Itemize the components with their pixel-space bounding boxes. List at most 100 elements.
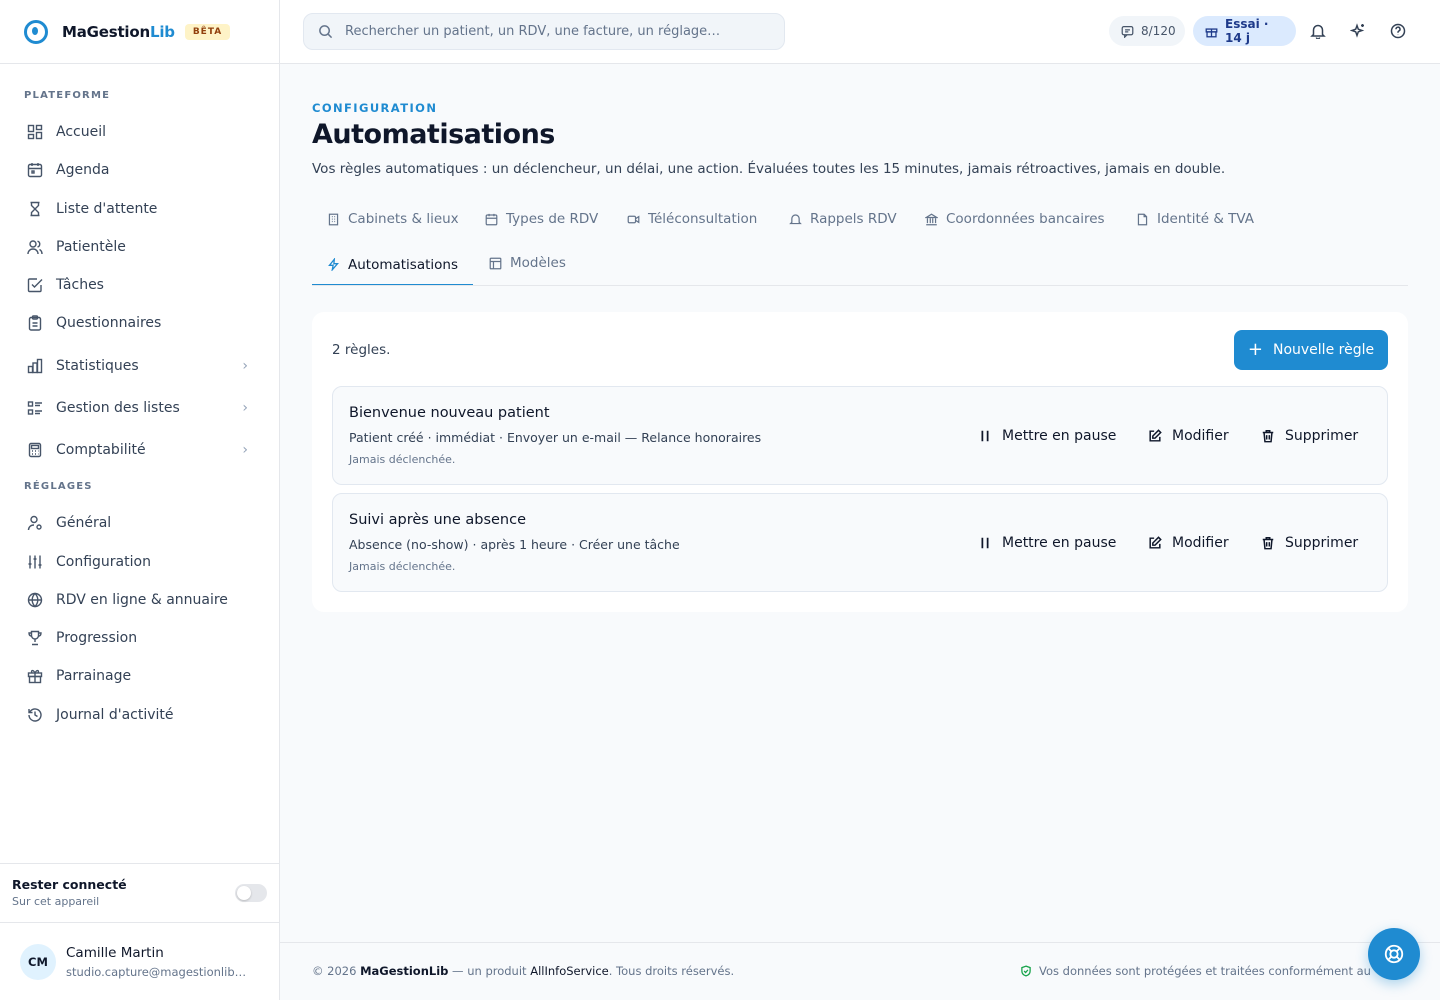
tab-identity-vat[interactable]: Identité & TVA <box>1121 201 1269 237</box>
settings-section-label: RÉGLAGES <box>24 481 93 492</box>
rule-title: Suivi après une absence <box>349 512 527 528</box>
help-icon[interactable] <box>1389 22 1407 40</box>
rule-card: Bienvenue nouveau patient Patient créé ·… <box>332 386 1388 485</box>
checkbox-icon <box>26 277 43 294</box>
rule-title: Bienvenue nouveau patient <box>349 405 550 421</box>
search-box[interactable] <box>303 13 785 50</box>
sidebar-item-general[interactable]: Général <box>16 505 264 541</box>
pause-button[interactable]: Mettre en pause <box>978 425 1116 447</box>
user-profile[interactable]: CM Camille Martin studio.capture@magesti… <box>0 923 279 1000</box>
support-button[interactable] <box>1368 928 1420 980</box>
list-icon <box>26 400 43 417</box>
trial-badge[interactable]: Essai · 14 j <box>1193 16 1296 46</box>
footer-rights: . Tous droits réservés. <box>608 964 735 978</box>
user-info: Camille Martin studio.capture@magestionl… <box>66 945 246 979</box>
tab-reminders[interactable]: Rappels RDV <box>774 201 912 237</box>
tab-label: Automatisations <box>348 256 459 273</box>
new-rule-button[interactable]: + Nouvelle règle <box>1234 330 1388 370</box>
bar-chart-icon <box>26 358 43 375</box>
tab-label: Modèles <box>510 255 566 271</box>
history-icon <box>26 707 43 724</box>
tab-templates[interactable]: Modèles <box>474 245 581 281</box>
rule-card: Suivi après une absence Absence (no-show… <box>332 493 1388 592</box>
tab-cabinets[interactable]: Cabinets & lieux <box>312 201 474 237</box>
bell-icon <box>789 213 802 226</box>
delete-button[interactable]: Supprimer <box>1261 532 1358 554</box>
stay-connected-toggle[interactable] <box>235 884 267 902</box>
page-title: Automatisations <box>312 119 555 150</box>
sidebar-item-waitlist[interactable]: Liste d'attente <box>16 191 264 227</box>
sidebar-item-activity-log[interactable]: Journal d'activité <box>16 697 264 733</box>
quota-badge[interactable]: 8/120 <box>1109 16 1185 46</box>
sidebar-item-label: Liste d'attente <box>56 201 158 217</box>
delete-button[interactable]: Supprimer <box>1261 425 1358 447</box>
beta-badge: BÊTA <box>184 23 231 40</box>
edit-button[interactable]: Modifier <box>1148 532 1229 554</box>
user-settings-icon <box>26 515 43 532</box>
footer-brand: MaGestionLib <box>360 964 449 978</box>
edit-icon <box>1148 429 1162 443</box>
sidebar-item-accueil[interactable]: Accueil <box>16 114 264 150</box>
sidebar-item-label: Comptabilité <box>56 442 146 458</box>
chevron-right-icon: › <box>242 358 248 374</box>
sidebar: MaGestionLib BÊTA PLATEFORME Accueil Age… <box>0 0 280 1000</box>
sidebar-item-lists[interactable]: Gestion des listes › <box>16 390 264 426</box>
delete-label: Supprimer <box>1285 428 1359 444</box>
hourglass-icon <box>26 201 43 218</box>
bell-icon[interactable] <box>1309 22 1327 40</box>
sidebar-item-statistics[interactable]: Statistiques › <box>16 348 264 384</box>
sidebar-item-progression[interactable]: Progression <box>16 620 264 656</box>
footer-copyright: © 2026 MaGestionLib — un produit AllInfo… <box>312 964 734 978</box>
chevron-right-icon: › <box>242 442 248 458</box>
tab-teleconsultation[interactable]: Téléconsultation <box>612 201 772 237</box>
sidebar-item-referral[interactable]: Parrainage <box>16 658 264 694</box>
pause-button[interactable]: Mettre en pause <box>978 532 1116 554</box>
footer: © 2026 MaGestionLib — un produit AllInfo… <box>280 942 1440 1000</box>
brand[interactable]: MaGestionLib BÊTA <box>0 0 279 64</box>
tab-appointment-types[interactable]: Types de RDV <box>470 201 613 237</box>
stay-connected: Rester connecté Sur cet appareil <box>0 863 279 923</box>
sidebar-item-questionnaires[interactable]: Questionnaires <box>16 305 264 341</box>
footer-company-link[interactable]: AllInfoService <box>530 964 609 978</box>
sidebar-item-label: Accueil <box>56 124 106 140</box>
user-email: studio.capture@magestionlib… <box>66 964 247 979</box>
sidebar-item-label: Journal d'activité <box>56 707 174 723</box>
tab-bank-details[interactable]: Coordonnées bancaires <box>910 201 1120 237</box>
sidebar-item-agenda[interactable]: Agenda <box>16 152 264 188</box>
sidebar-item-label: Statistiques <box>56 358 139 374</box>
search-input[interactable] <box>345 24 765 39</box>
platform-section-label: PLATEFORME <box>24 90 111 101</box>
trophy-icon <box>26 630 43 647</box>
tab-label: Types de RDV <box>506 211 599 227</box>
trash-icon <box>1261 536 1275 550</box>
avatar: CM <box>20 943 56 980</box>
tab-label: Coordonnées bancaires <box>946 211 1105 227</box>
chevron-right-icon: › <box>242 400 248 416</box>
message-icon <box>1121 25 1134 38</box>
sidebar-item-accounting[interactable]: Comptabilité › <box>16 432 264 468</box>
sidebar-item-label: Parrainage <box>56 668 132 684</box>
footer-privacy-text: Vos données sont protégées et traitées c… <box>1039 964 1371 978</box>
tabs-divider <box>312 285 1408 286</box>
calculator-icon <box>26 442 43 459</box>
edit-button[interactable]: Modifier <box>1148 425 1229 447</box>
brand-name-main: MaGestion <box>62 22 150 41</box>
sidebar-item-label: Agenda <box>56 162 110 178</box>
sidebar-item-online-booking[interactable]: RDV en ligne & annuaire <box>16 582 264 618</box>
sidebar-item-tasks[interactable]: Tâches <box>16 267 264 303</box>
sidebar-item-configuration[interactable]: Configuration <box>16 544 264 580</box>
sparkles-icon[interactable] <box>1349 22 1367 40</box>
clipboard-icon <box>26 315 43 332</box>
video-icon <box>627 213 640 226</box>
document-icon <box>1136 213 1149 226</box>
tab-automations[interactable]: Automatisations <box>312 245 474 286</box>
lightning-icon <box>327 258 340 271</box>
topbar: 8/120 Essai · 14 j <box>280 0 1440 64</box>
sidebar-item-patients[interactable]: Patientèle <box>16 229 264 265</box>
quota-text: 8/120 <box>1141 24 1176 38</box>
template-icon <box>489 257 502 270</box>
footer-separator: — un produit <box>448 964 531 978</box>
tab-label: Téléconsultation <box>648 211 758 227</box>
rule-count: 2 règles. <box>332 342 391 358</box>
footer-privacy[interactable]: Vos données sont protégées et traitées c… <box>1020 964 1371 978</box>
